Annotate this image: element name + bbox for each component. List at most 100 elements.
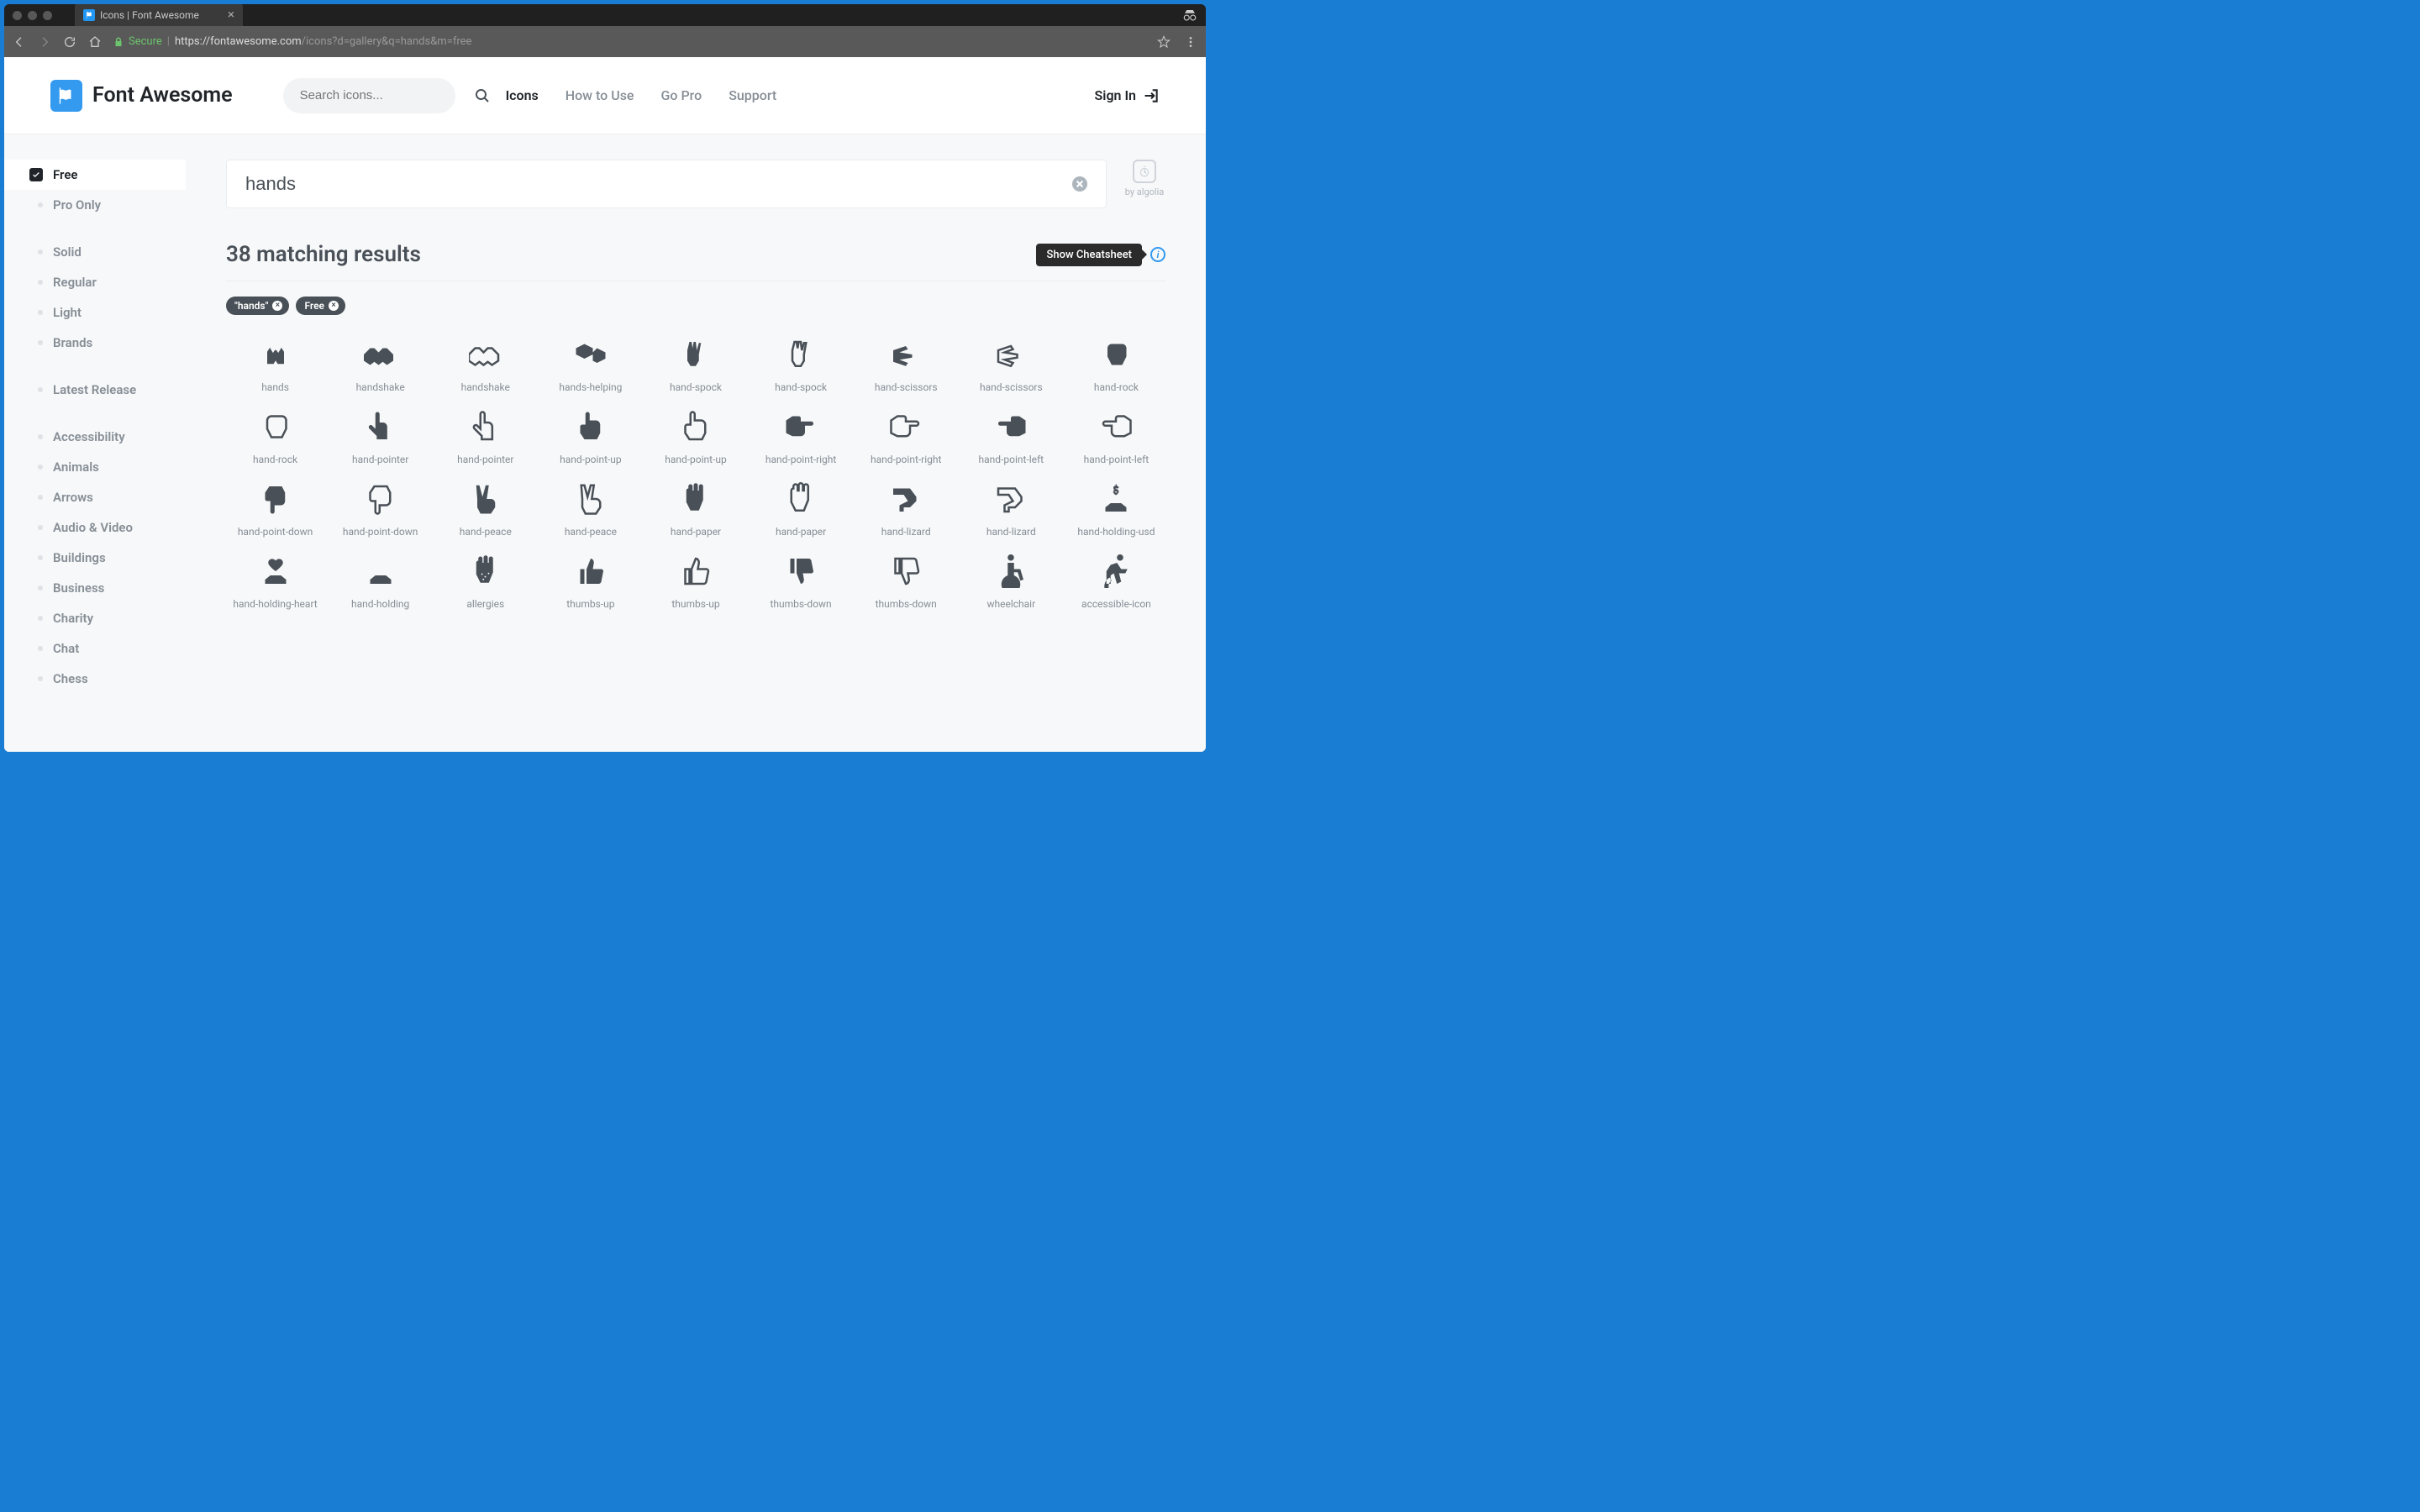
sidebar-item-chess[interactable]: Chess xyxy=(4,664,186,694)
hands-icon xyxy=(257,336,294,373)
sidebar-item-accessibility[interactable]: Accessibility xyxy=(4,422,186,452)
icon-cell-allergies[interactable]: allergies xyxy=(436,553,534,610)
icon-cell-hand-peace[interactable]: hand-peace xyxy=(436,480,534,538)
main-search[interactable] xyxy=(226,160,1107,208)
icon-cell-thumbs-down[interactable]: thumbs-down xyxy=(857,553,955,610)
home-button[interactable] xyxy=(88,35,102,49)
filter-chip[interactable]: "hands"× xyxy=(226,297,289,315)
icon-cell-hand-point-right[interactable]: hand-point-right xyxy=(752,408,850,465)
icon-cell-hand-point-right[interactable]: hand-point-right xyxy=(857,408,955,465)
cheatsheet-info-button[interactable]: i xyxy=(1150,247,1165,262)
sidebar-item-arrows[interactable]: Arrows xyxy=(4,482,186,512)
icon-cell-hand-point-down[interactable]: hand-point-down xyxy=(331,480,429,538)
icon-cell-hand-point-up[interactable]: hand-point-up xyxy=(646,408,744,465)
sign-in-link[interactable]: Sign In xyxy=(1095,87,1160,104)
icon-cell-hand-paper[interactable]: hand-paper xyxy=(646,480,744,538)
reload-button[interactable] xyxy=(63,35,76,49)
nav-link-icons[interactable]: Icons xyxy=(506,87,539,103)
sidebar-item-regular[interactable]: Regular xyxy=(4,267,186,297)
icon-cell-hand-holding-heart[interactable]: hand-holding-heart xyxy=(226,553,324,610)
brand-logo[interactable]: Font Awesome xyxy=(50,80,233,112)
icon-cell-thumbs-up[interactable]: thumbs-up xyxy=(541,553,639,610)
bookmark-star-icon[interactable] xyxy=(1157,35,1171,49)
icon-label: thumbs-up xyxy=(671,598,719,610)
header-search-input[interactable] xyxy=(300,88,467,102)
icon-cell-hands-helping[interactable]: hands-helping xyxy=(541,336,639,393)
sidebar-item-chat[interactable]: Chat xyxy=(4,633,186,664)
sidebar-item-animals[interactable]: Animals xyxy=(4,452,186,482)
chip-remove-icon[interactable]: × xyxy=(329,301,339,311)
clear-search-button[interactable] xyxy=(1072,176,1087,192)
icon-cell-hand-pointer[interactable]: hand-pointer xyxy=(331,408,429,465)
nav-link-how-to-use[interactable]: How to Use xyxy=(566,87,634,103)
sidebar-item-charity[interactable]: Charity xyxy=(4,603,186,633)
sidebar-item-audio-video[interactable]: Audio & Video xyxy=(4,512,186,543)
icon-cell-hand-holding-usd[interactable]: hand-holding-usd xyxy=(1067,480,1165,538)
hand-point-left-icon xyxy=(1097,408,1134,445)
icon-label: hand-rock xyxy=(1094,381,1139,393)
browser-tab[interactable]: Icons | Font Awesome × xyxy=(75,4,243,26)
icon-cell-hands[interactable]: hands xyxy=(226,336,324,393)
back-button[interactable] xyxy=(13,35,26,49)
nav-link-go-pro[interactable]: Go Pro xyxy=(661,87,702,103)
icon-label: hand-spock xyxy=(670,381,722,393)
hand-spock-icon xyxy=(677,336,714,373)
address-bar[interactable]: Secure | https://fontawesome.com/icons?d… xyxy=(113,35,1137,48)
sidebar-item-pro-only[interactable]: Pro Only xyxy=(4,190,186,220)
chip-remove-icon[interactable]: × xyxy=(272,301,282,311)
icon-cell-hand-scissors[interactable]: hand-scissors xyxy=(857,336,955,393)
hand-peace-icon xyxy=(467,480,504,517)
icon-cell-hand-pointer[interactable]: hand-pointer xyxy=(436,408,534,465)
sidebar-item-buildings[interactable]: Buildings xyxy=(4,543,186,573)
icon-cell-hand-point-left[interactable]: hand-point-left xyxy=(1067,408,1165,465)
icon-label: hand-point-down xyxy=(343,526,418,538)
sid-item-label: Free xyxy=(53,167,77,182)
icon-cell-handshake[interactable]: handshake xyxy=(331,336,429,393)
nav-link-support[interactable]: Support xyxy=(729,87,776,103)
icon-cell-thumbs-up[interactable]: thumbs-up xyxy=(646,553,744,610)
sidebar-item-brands[interactable]: Brands xyxy=(4,328,186,358)
icon-cell-hand-spock[interactable]: hand-spock xyxy=(752,336,850,393)
sidebar-item-light[interactable]: Light xyxy=(4,297,186,328)
icon-label: thumbs-up xyxy=(566,598,614,610)
icon-cell-handshake[interactable]: handshake xyxy=(436,336,534,393)
sidebar-item-label: Brands xyxy=(53,335,92,350)
icon-cell-hand-point-up[interactable]: hand-point-up xyxy=(541,408,639,465)
hand-point-up-icon xyxy=(677,408,714,445)
forward-button[interactable] xyxy=(38,35,51,49)
icon-cell-hand-holding[interactable]: hand-holding xyxy=(331,553,429,610)
icon-cell-hand-point-down[interactable]: hand-point-down xyxy=(226,480,324,538)
tab-close-button[interactable]: × xyxy=(228,8,234,21)
icon-cell-hand-spock[interactable]: hand-spock xyxy=(646,336,744,393)
icon-label: accessible-icon xyxy=(1081,598,1151,610)
icon-cell-hand-peace[interactable]: hand-peace xyxy=(541,480,639,538)
icon-cell-hand-rock[interactable]: hand-rock xyxy=(1067,336,1165,393)
secure-label: Secure xyxy=(129,35,162,48)
icon-cell-accessible-icon[interactable]: accessible-icon xyxy=(1067,553,1165,610)
icon-cell-hand-lizard[interactable]: hand-lizard xyxy=(857,480,955,538)
main-search-input[interactable] xyxy=(245,173,1072,195)
icon-cell-hand-scissors[interactable]: hand-scissors xyxy=(962,336,1060,393)
icon-cell-thumbs-down[interactable]: thumbs-down xyxy=(752,553,850,610)
header-search[interactable] xyxy=(283,78,455,113)
icon-cell-hand-point-left[interactable]: hand-point-left xyxy=(962,408,1060,465)
filter-chip[interactable]: Free× xyxy=(296,297,345,315)
icon-cell-hand-lizard[interactable]: hand-lizard xyxy=(962,480,1060,538)
page-body: Free Pro Only SolidRegularLight Brands Lates… xyxy=(4,134,1206,752)
window-maximize-button[interactable] xyxy=(43,11,52,20)
icon-cell-hand-rock[interactable]: hand-rock xyxy=(226,408,324,465)
sidebar-item-solid[interactable]: Solid xyxy=(4,237,186,267)
sidebar-item-label: Chat xyxy=(53,641,79,656)
window-minimize-button[interactable] xyxy=(28,11,37,20)
icon-label: hand-point-up xyxy=(665,454,727,465)
incognito-icon xyxy=(1182,9,1197,21)
icon-cell-hand-paper[interactable]: hand-paper xyxy=(752,480,850,538)
sidebar-item-label: Accessibility xyxy=(53,429,125,444)
hand-pointer-icon xyxy=(467,408,504,445)
sidebar-item-free[interactable]: Free xyxy=(4,160,186,190)
icon-cell-wheelchair[interactable]: wheelchair xyxy=(962,553,1060,610)
sidebar-item-business[interactable]: Business xyxy=(4,573,186,603)
window-close-button[interactable] xyxy=(13,11,22,20)
sidebar-item-latest-release[interactable]: Latest Release xyxy=(4,375,186,405)
browser-menu-button[interactable] xyxy=(1184,35,1197,49)
